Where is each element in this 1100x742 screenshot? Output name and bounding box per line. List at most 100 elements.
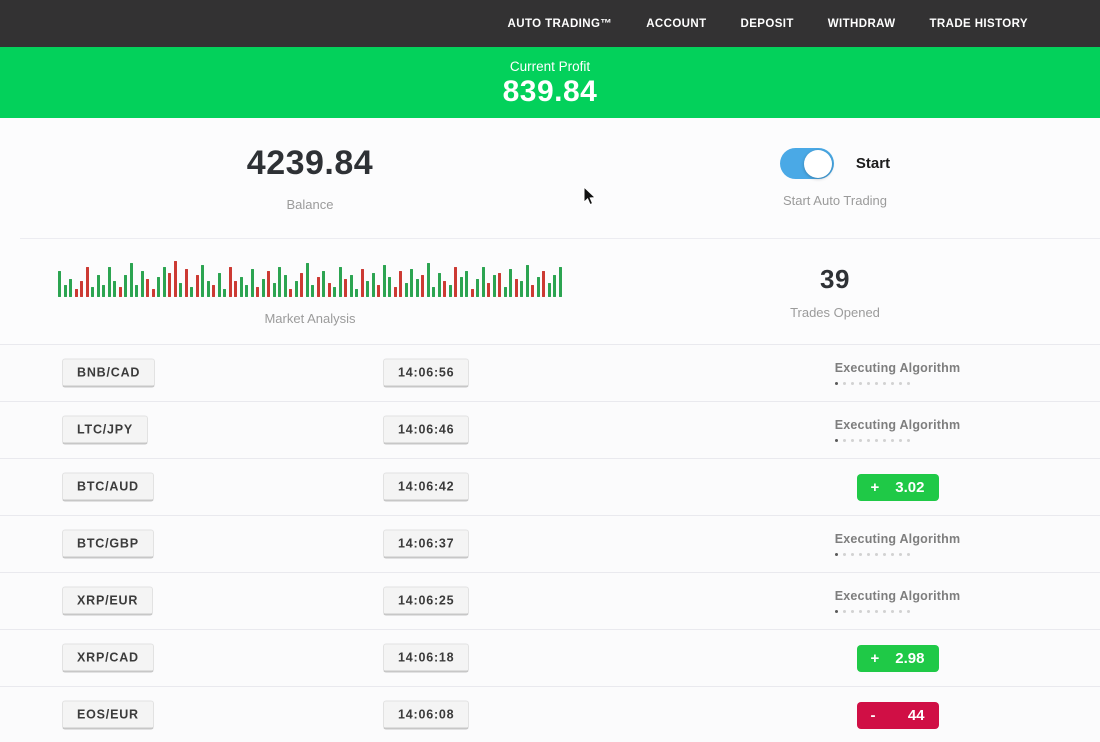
chart-bar (377, 285, 380, 297)
chart-bar (229, 267, 232, 297)
progress-dot (883, 610, 886, 613)
progress-dot (883, 553, 886, 556)
current-profit-value: 839.84 (503, 75, 598, 109)
progress-dot (907, 610, 910, 613)
pair-button[interactable]: XRP/EUR (62, 587, 153, 616)
chart-bar (179, 283, 182, 297)
trade-result-cell: + 2.98 (790, 630, 1005, 686)
time-button[interactable]: 14:06:08 (383, 701, 469, 730)
nav-item-withdraw[interactable]: WITHDRAW (828, 18, 896, 30)
time-button[interactable]: 14:06:18 (383, 644, 469, 673)
progress-dot (867, 439, 870, 442)
chart-bar (355, 289, 358, 297)
chart-bar (548, 283, 551, 297)
chart-bar (438, 273, 441, 297)
chart-bar (421, 275, 424, 297)
time-button[interactable]: 14:06:37 (383, 530, 469, 559)
pair-button[interactable]: XRP/CAD (62, 644, 154, 673)
progress-dot (859, 610, 862, 613)
nav-item-account[interactable]: ACCOUNT (646, 18, 706, 30)
progress-dot (891, 382, 894, 385)
chart-bar (399, 271, 402, 297)
start-auto-trading-toggle[interactable] (780, 148, 834, 179)
chart-bar (515, 279, 518, 297)
progress-dot (907, 439, 910, 442)
pair-button[interactable]: BNB/CAD (62, 359, 155, 388)
nav-item-auto-trading[interactable]: AUTO TRADING™ (508, 18, 613, 30)
progress-dots (835, 382, 961, 385)
executing-algorithm-status: Executing Algorithm (835, 418, 961, 442)
table-row: EOS/EUR 14:06:08 - 44 (0, 686, 1100, 742)
chart-bar (289, 289, 292, 297)
progress-dot (899, 553, 902, 556)
chart-bar (245, 285, 248, 297)
market-analysis-block: Market Analysis (0, 239, 620, 344)
pair-button[interactable]: BTC/AUD (62, 473, 154, 502)
progress-dots (835, 610, 961, 613)
chart-bar (526, 265, 529, 297)
chart-bar (471, 289, 474, 297)
chart-bar (124, 275, 127, 297)
table-row: BTC/AUD 14:06:42 + 3.02 (0, 458, 1100, 515)
chart-bar (102, 285, 105, 297)
balance-section: 4239.84 Balance Start Start Auto Trading (0, 118, 1100, 238)
chart-bar (284, 275, 287, 297)
trade-result-cell: Executing Algorithm (790, 573, 1005, 629)
progress-dot (875, 439, 878, 442)
chart-bar (262, 279, 265, 297)
pair-button[interactable]: LTC/JPY (62, 416, 148, 445)
table-row: XRP/CAD 14:06:18 + 2.98 (0, 629, 1100, 686)
nav-item-deposit[interactable]: DEPOSIT (741, 18, 794, 30)
time-button[interactable]: 14:06:42 (383, 473, 469, 502)
pair-button[interactable]: BTC/GBP (62, 530, 154, 559)
chart-bar (388, 277, 391, 297)
progress-dot (883, 439, 886, 442)
chart-bar (416, 279, 419, 297)
result-badge: + 3.02 (857, 474, 939, 501)
chart-bar (300, 273, 303, 297)
progress-dot (835, 610, 838, 613)
chart-bar (113, 281, 116, 297)
chart-bar (152, 289, 155, 297)
chart-bar (306, 263, 309, 297)
balance-value: 4239.84 (247, 144, 373, 183)
chart-bar (267, 271, 270, 297)
chart-bar (146, 279, 149, 297)
chart-bar (207, 281, 210, 297)
time-button[interactable]: 14:06:56 (383, 359, 469, 388)
progress-dots (835, 553, 961, 556)
time-button[interactable]: 14:06:25 (383, 587, 469, 616)
chart-bar (339, 267, 342, 297)
result-sign: + (871, 479, 880, 496)
chart-bar (317, 277, 320, 297)
pair-button[interactable]: EOS/EUR (62, 701, 154, 730)
chart-bar (190, 287, 193, 297)
chart-bar (443, 281, 446, 297)
progress-dot (851, 553, 854, 556)
progress-dot (843, 610, 846, 613)
chart-bar (454, 267, 457, 297)
chart-bar (234, 281, 237, 297)
chart-bar (559, 267, 562, 297)
chart-bar (328, 283, 331, 297)
market-analysis-label: Market Analysis (264, 311, 355, 326)
chart-bar (520, 281, 523, 297)
toggle-start-label: Start (856, 155, 890, 172)
chart-bar (542, 271, 545, 297)
executing-algorithm-status: Executing Algorithm (835, 589, 961, 613)
progress-dot (891, 553, 894, 556)
chart-bar (322, 271, 325, 297)
progress-dot (843, 439, 846, 442)
chart-bar (58, 271, 61, 297)
progress-dot (859, 553, 862, 556)
chart-bar (465, 271, 468, 297)
nav-item-trade-history[interactable]: TRADE HISTORY (930, 18, 1029, 30)
progress-dot (907, 382, 910, 385)
market-analysis-chart (58, 257, 562, 297)
table-row: LTC/JPY 14:06:46 Executing Algorithm (0, 401, 1100, 458)
time-button[interactable]: 14:06:46 (383, 416, 469, 445)
current-profit-label: Current Profit (510, 59, 590, 74)
market-analysis-section: Market Analysis 39 Trades Opened (0, 239, 1100, 344)
chart-bar (185, 269, 188, 297)
auto-trading-block: Start Start Auto Trading (620, 118, 1050, 238)
